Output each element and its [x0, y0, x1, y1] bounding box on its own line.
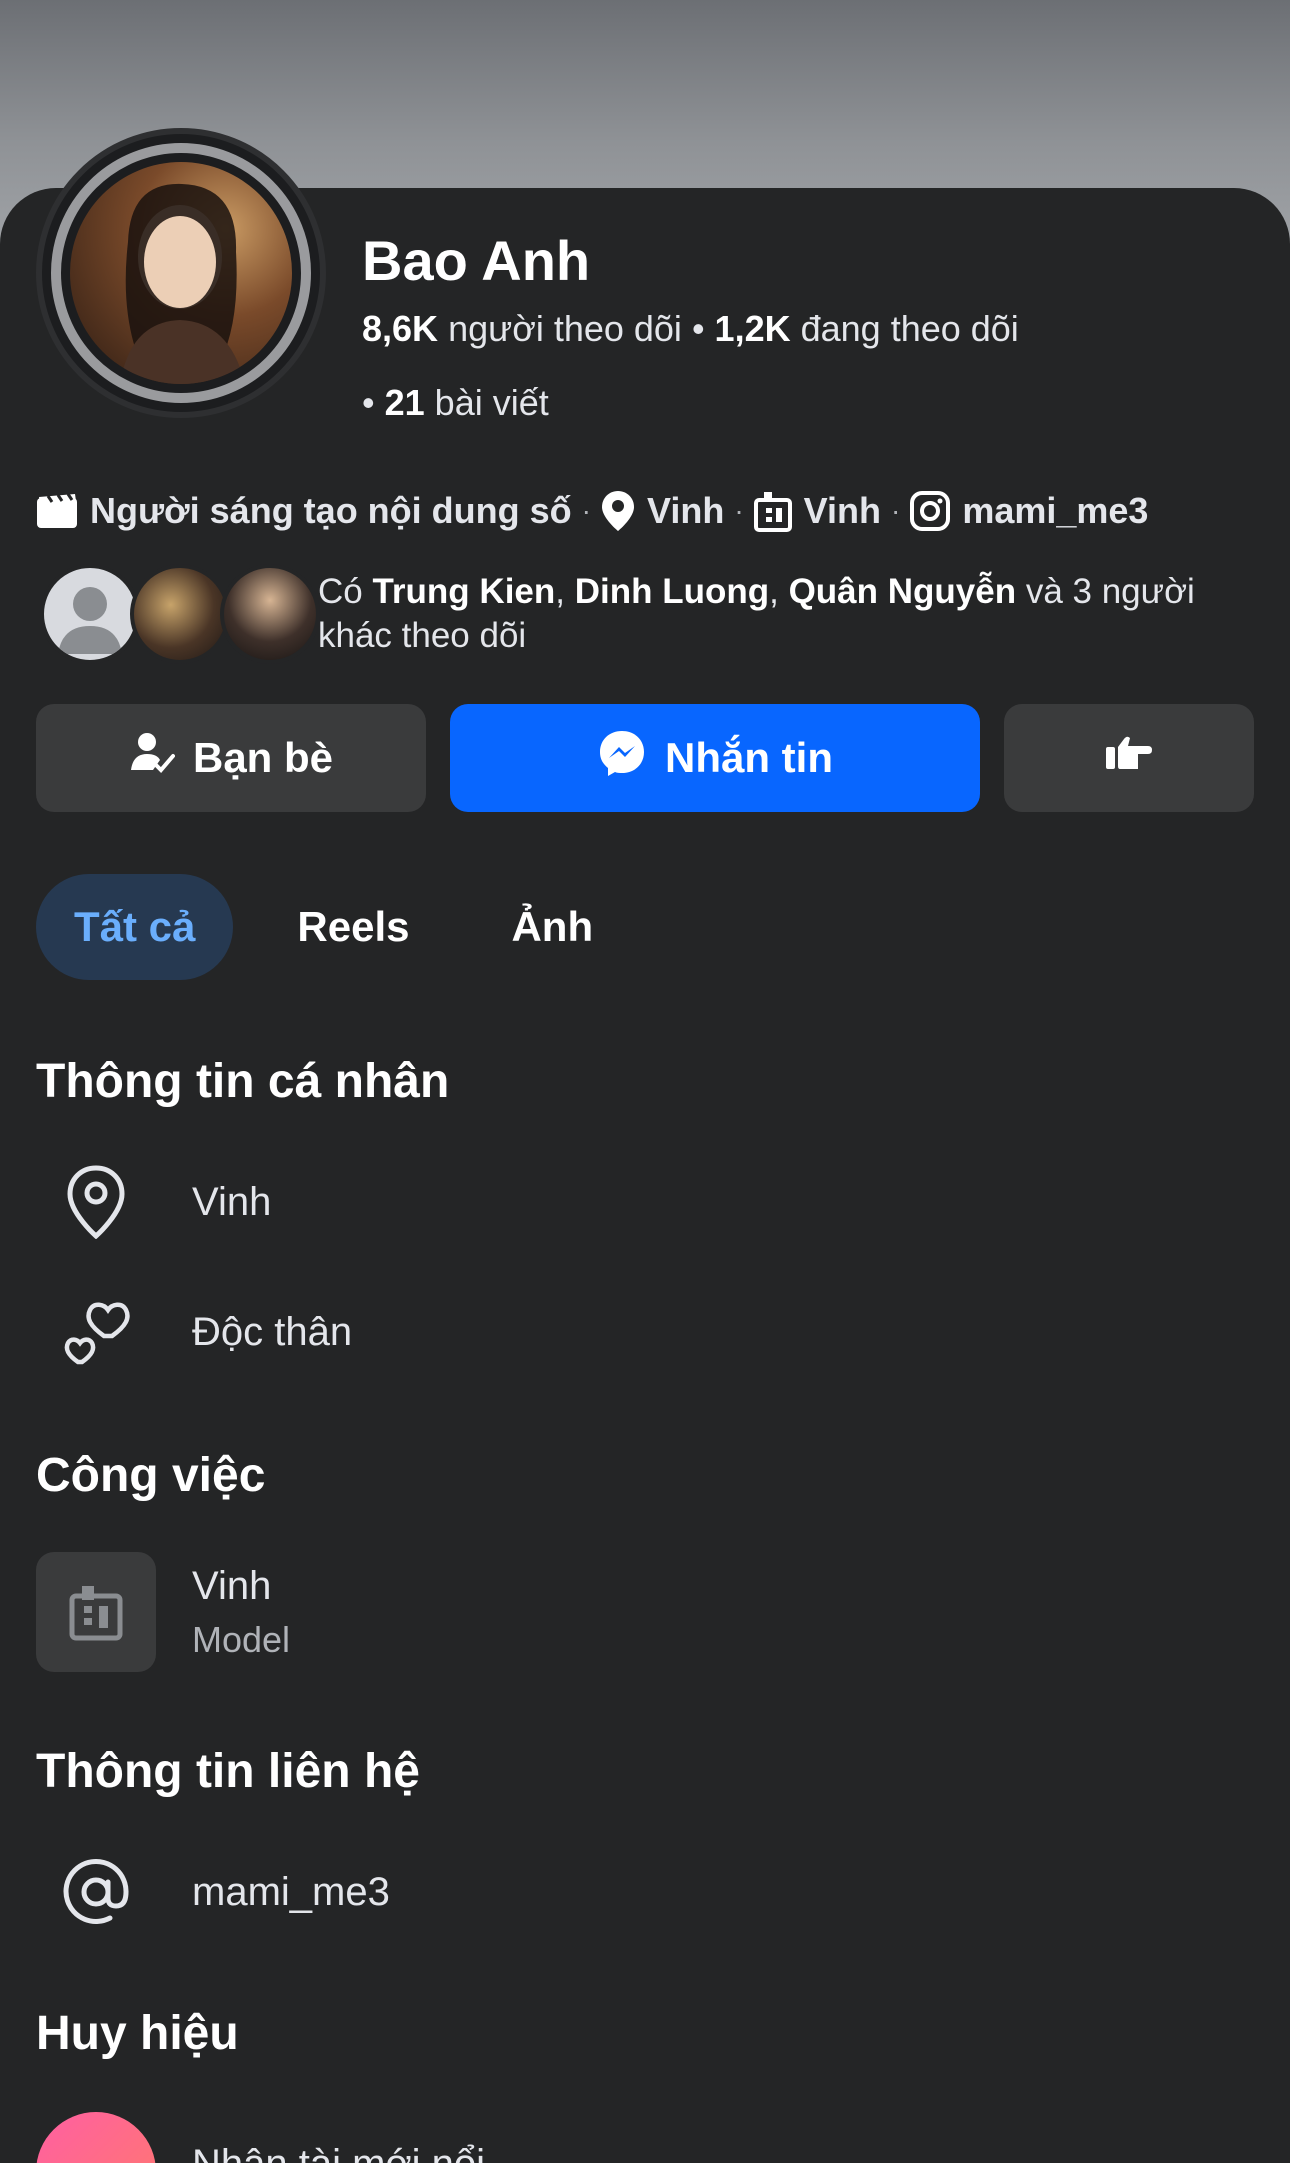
profile-name: Bao Anh: [362, 229, 591, 292]
mutual-avatar: [130, 564, 230, 664]
mutual-followers[interactable]: Có Trung Kien, Dinh Luong, Quân Nguyễn v…: [40, 564, 1270, 664]
mutual-prefix: Có: [318, 572, 363, 611]
followers-label[interactable]: người theo dõi: [448, 308, 682, 349]
posts-count: 21: [384, 382, 425, 423]
followers-count[interactable]: 8,6K: [362, 308, 438, 349]
message-button-label: Nhắn tin: [665, 734, 833, 781]
tab-all[interactable]: Tất cả: [36, 874, 234, 980]
map-pin-icon: [36, 1162, 156, 1242]
building-icon: [753, 490, 792, 532]
building-icon: [36, 1552, 156, 1672]
more-button[interactable]: [1004, 704, 1254, 812]
avatar-photo: [70, 162, 292, 384]
workplace-label[interactable]: Vinh: [804, 490, 881, 532]
instagram-handle[interactable]: mami_me3: [962, 490, 1148, 532]
relationship-row[interactable]: Độc thân: [36, 1292, 1256, 1372]
rising-star-badge-icon: [36, 2112, 156, 2163]
meta-separator: ·: [734, 495, 744, 526]
work-details: Vinh Model: [192, 1564, 290, 1661]
stats-separator: •: [691, 308, 715, 349]
profile-tabs: Tất cả Reels Ảnh: [36, 874, 631, 980]
mutual-name[interactable]: Quân Nguyễn: [789, 572, 1017, 611]
meta-separator: ·: [890, 495, 901, 526]
message-button[interactable]: Nhắn tin: [450, 704, 980, 812]
post-stats: • 21 bài viết: [362, 382, 549, 424]
story-ring: [51, 143, 311, 403]
badge-label: Nhân tài mới nổi: [192, 2142, 485, 2163]
work-company: Vinh: [192, 1563, 272, 1608]
relationship-status: Độc thân: [192, 1309, 353, 1354]
mutual-followers-text: Có Trung Kien, Dinh Luong, Quân Nguyễn v…: [318, 572, 1195, 655]
personal-info-title: Thông tin cá nhân: [36, 1055, 450, 1108]
map-pin-icon: [601, 490, 635, 532]
friends-button-label: Bạn bè: [192, 734, 334, 781]
contact-handle: mami_me3: [192, 1869, 390, 1914]
hearts-icon: [36, 1292, 156, 1372]
instagram-icon: [910, 491, 951, 531]
work-position: Model: [192, 1618, 291, 1660]
tab-reels[interactable]: Reels: [259, 874, 447, 980]
contact-row[interactable]: mami_me3: [36, 1852, 1256, 1932]
badges-title: Huy hiệu: [36, 2007, 239, 2060]
following-label[interactable]: đang theo dõi: [801, 308, 1019, 349]
at-sign-icon: [36, 1852, 156, 1932]
tab-photos[interactable]: Ảnh: [473, 874, 631, 980]
stats-separator: •: [362, 382, 385, 423]
work-row[interactable]: Vinh Model: [36, 1552, 1256, 1672]
messenger-icon: [597, 728, 647, 788]
follow-stats: 8,6K người theo dõi • 1,2K đang theo dõi: [362, 308, 1019, 350]
category-label: Người sáng tạo nội dung số: [90, 490, 572, 531]
mutual-name[interactable]: Trung Kien: [372, 572, 555, 611]
pointing-hand-icon: [1104, 733, 1154, 783]
meta-separator: ·: [581, 495, 591, 526]
following-count[interactable]: 1,2K: [715, 308, 791, 349]
contact-info-title: Thông tin liên hệ: [36, 1745, 420, 1798]
mutual-name[interactable]: Dinh Luong: [575, 572, 769, 611]
personal-location-row[interactable]: Vinh: [36, 1162, 1256, 1242]
location-label[interactable]: Vinh: [647, 490, 724, 532]
posts-label: bài viết: [434, 382, 549, 423]
mutual-avatar: [40, 564, 140, 664]
badge-row[interactable]: Nhân tài mới nổi: [36, 2112, 485, 2163]
personal-location: Vinh: [192, 1179, 272, 1224]
friends-button[interactable]: Bạn bè: [36, 704, 426, 812]
profile-avatar[interactable]: [36, 128, 326, 418]
person-check-icon: [129, 730, 175, 786]
profile-meta-row: Người sáng tạo nội dung số · Vinh · Vinh…: [36, 486, 1266, 536]
mutual-avatar: [220, 564, 320, 664]
clapperboard-icon: [36, 493, 78, 529]
work-title: Công việc: [36, 1449, 266, 1502]
